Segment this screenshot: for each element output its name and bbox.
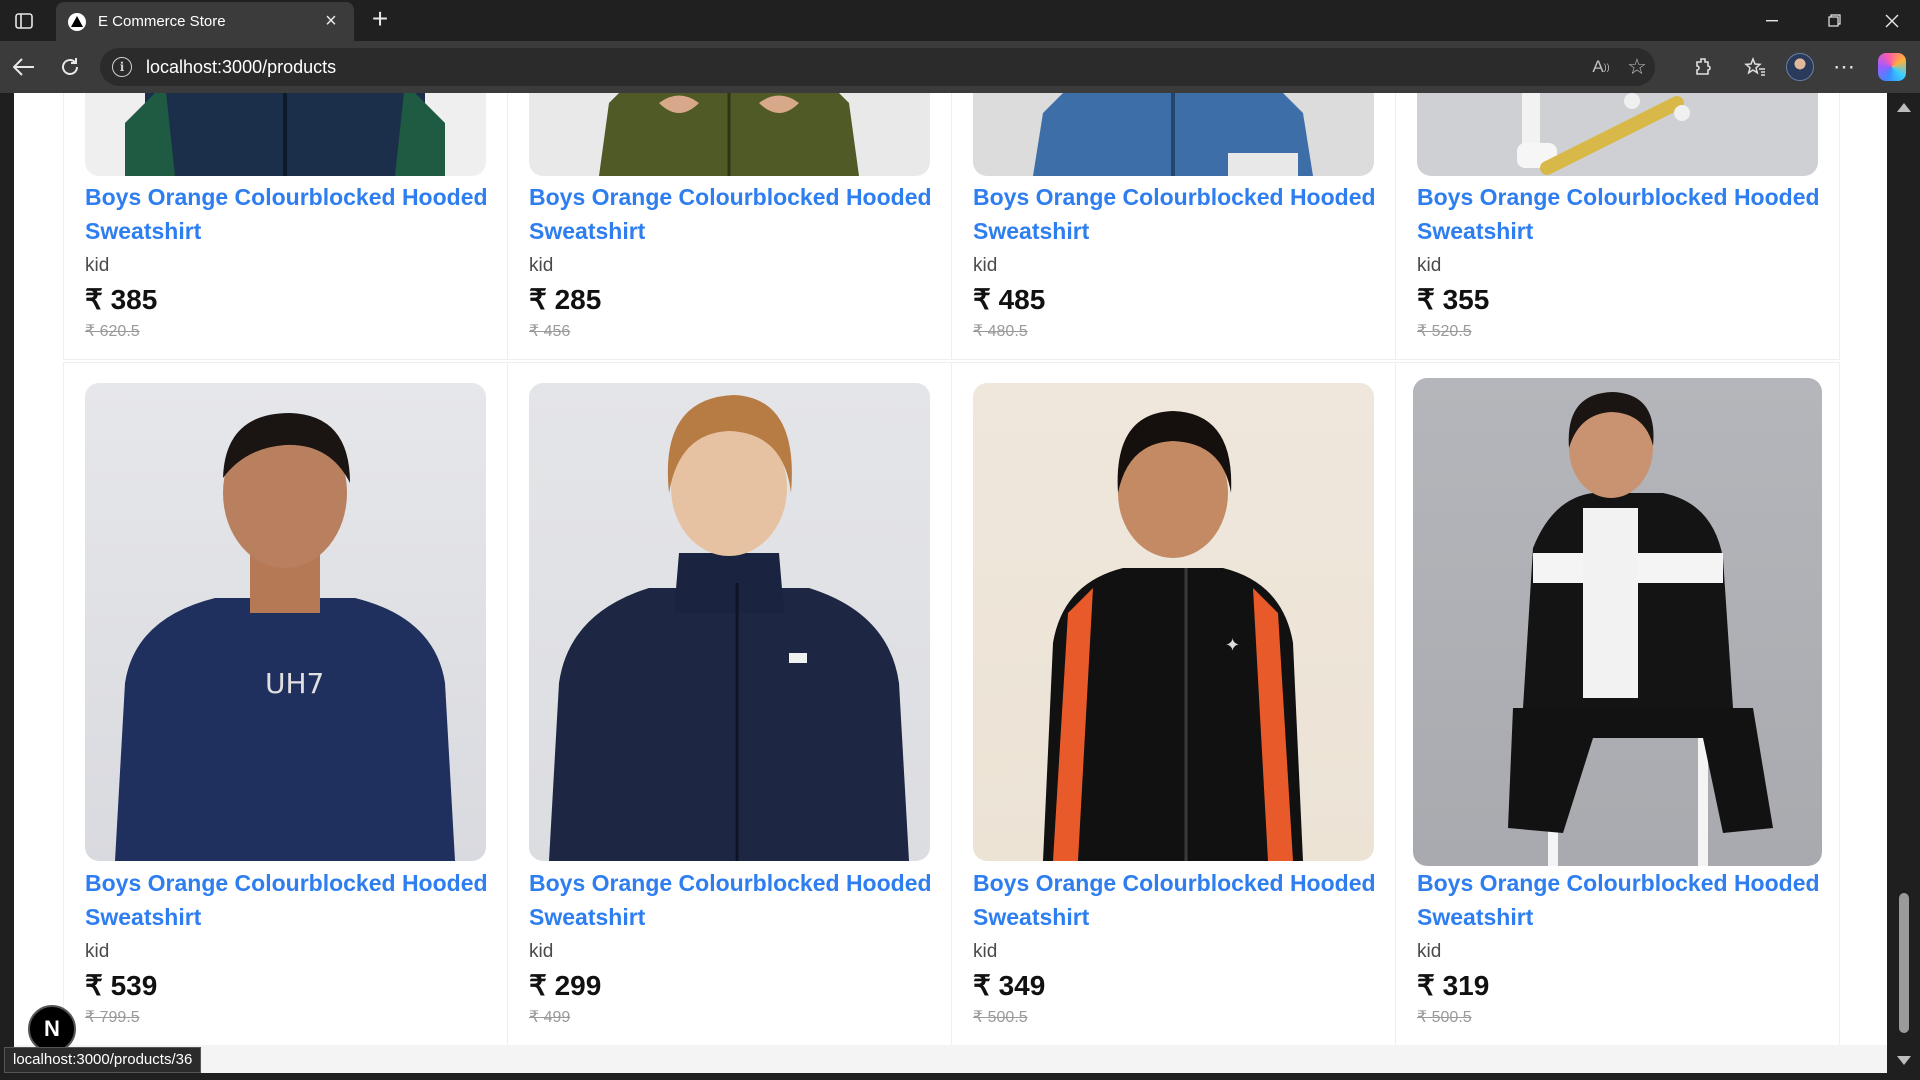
read-aloud-icon[interactable]: A))	[1583, 49, 1619, 85]
product-price: ₹ 355	[1417, 284, 1490, 315]
product-category: kid	[973, 255, 998, 276]
product-title[interactable]: Boys Orange Colourblocked Hooded Sweatsh…	[529, 180, 951, 248]
product-title[interactable]: Boys Orange Colourblocked Hooded Sweatsh…	[973, 866, 1395, 934]
product-original-price: ₹ 620.5	[85, 323, 140, 340]
nextjs-favicon-icon	[68, 12, 86, 31]
product-title[interactable]: Boys Orange Colourblocked Hooded Sweatsh…	[85, 180, 507, 248]
product-price: ₹ 285	[529, 284, 602, 315]
product-original-price: ₹ 456	[529, 323, 571, 340]
product-card[interactable]: Boys Orange Colourblocked Hooded Sweatsh…	[1396, 93, 1839, 359]
product-original-price: ₹ 480.5	[973, 323, 1028, 340]
product-category: kid	[973, 941, 998, 962]
extensions-icon[interactable]	[1686, 49, 1722, 85]
active-tab[interactable]: E Commerce Store ×	[56, 2, 354, 41]
product-title[interactable]: Boys Orange Colourblocked Hooded Sweatsh…	[529, 866, 951, 934]
product-category: kid	[1417, 255, 1442, 276]
product-grid-row: UH7 Boys Orange Colourblocked Hooded Swe…	[64, 363, 1839, 1045]
restore-button[interactable]	[1806, 0, 1862, 41]
tab-title: E Commerce Store	[98, 13, 226, 30]
page-bottom-area	[14, 1045, 1887, 1073]
product-image[interactable]	[1417, 93, 1818, 176]
product-image[interactable]	[973, 93, 1374, 176]
products-page: Boys Orange Colourblocked Hooded Sweatsh…	[14, 93, 1887, 1045]
nextjs-dev-badge[interactable]: N	[28, 1005, 76, 1053]
refresh-icon[interactable]	[52, 49, 88, 85]
svg-text:✦: ✦	[1225, 635, 1240, 656]
product-price: ₹ 539	[85, 970, 158, 1001]
product-image[interactable]	[529, 93, 930, 176]
scroll-up-arrow-icon[interactable]	[1897, 103, 1911, 112]
scroll-down-arrow-icon[interactable]	[1897, 1056, 1911, 1065]
browser-toolbar: i localhost:3000/products A)) ☆ ⋯	[0, 41, 1920, 93]
product-image[interactable]: UH7	[85, 383, 486, 861]
product-price: ₹ 385	[85, 284, 158, 315]
product-price: ₹ 349	[973, 970, 1046, 1001]
product-card[interactable]: ✦ Boys Orange Colourblocked Hooded Sweat…	[952, 363, 1395, 1045]
url-text[interactable]: localhost:3000/products	[146, 57, 1583, 78]
product-original-price: ₹ 799.5	[85, 1009, 140, 1026]
product-category: kid	[529, 941, 554, 962]
close-window-button[interactable]	[1864, 0, 1920, 41]
back-arrow-icon[interactable]	[6, 49, 42, 85]
svg-text:UH7: UH7	[265, 667, 324, 700]
product-original-price: ₹ 500.5	[1417, 1009, 1472, 1026]
product-card[interactable]: Boys Orange Colourblocked Hooded Sweatsh…	[508, 363, 951, 1045]
product-title[interactable]: Boys Orange Colourblocked Hooded Sweatsh…	[973, 180, 1395, 248]
product-card[interactable]: UH7 Boys Orange Colourblocked Hooded Swe…	[64, 363, 507, 1045]
profile-avatar[interactable]	[1782, 49, 1818, 85]
favorite-star-icon[interactable]: ☆	[1619, 49, 1655, 85]
site-info-icon[interactable]: i	[112, 57, 132, 77]
product-card[interactable]: Boys Orange Colourblocked Hooded Sweatsh…	[508, 93, 951, 359]
product-card[interactable]: Boys Orange Colourblocked Hooded Sweatsh…	[952, 93, 1395, 359]
tab-close-icon[interactable]: ×	[320, 10, 342, 33]
new-tab-button[interactable]: +	[364, 4, 396, 36]
product-price: ₹ 299	[529, 970, 602, 1001]
product-title[interactable]: Boys Orange Colourblocked Hooded Sweatsh…	[1417, 180, 1839, 248]
product-category: kid	[85, 941, 110, 962]
product-category: kid	[85, 255, 110, 276]
address-bar[interactable]: i localhost:3000/products A)) ☆	[100, 48, 1655, 86]
product-image[interactable]	[1413, 378, 1822, 866]
product-title[interactable]: Boys Orange Colourblocked Hooded Sweatsh…	[85, 866, 507, 934]
product-image[interactable]	[85, 93, 486, 176]
product-grid-top-row: Boys Orange Colourblocked Hooded Sweatsh…	[64, 93, 1839, 359]
product-original-price: ₹ 520.5	[1417, 323, 1472, 340]
copilot-icon[interactable]	[1874, 49, 1910, 85]
product-card[interactable]: Boys Orange Colourblocked Hooded Sweatsh…	[1396, 363, 1839, 1045]
product-card[interactable]: Boys Orange Colourblocked Hooded Sweatsh…	[64, 93, 507, 359]
product-original-price: ₹ 499	[529, 1009, 571, 1026]
product-title[interactable]: Boys Orange Colourblocked Hooded Sweatsh…	[1417, 866, 1839, 934]
sidebar-toggle-icon[interactable]	[8, 8, 40, 34]
minimize-button[interactable]	[1744, 0, 1800, 41]
favorites-list-icon[interactable]	[1737, 49, 1773, 85]
product-image[interactable]: ✦	[973, 383, 1374, 861]
page-viewport: Boys Orange Colourblocked Hooded Sweatsh…	[0, 93, 1920, 1080]
product-original-price: ₹ 500.5	[973, 1009, 1028, 1026]
product-category: kid	[1417, 941, 1442, 962]
product-price: ₹ 485	[973, 284, 1046, 315]
status-bar-url: localhost:3000/products/36	[4, 1047, 202, 1073]
product-image[interactable]	[529, 383, 930, 861]
more-options-icon[interactable]: ⋯	[1826, 49, 1862, 85]
tab-bar: E Commerce Store × +	[0, 0, 1920, 41]
product-category: kid	[529, 255, 554, 276]
vertical-scrollbar[interactable]	[1888, 93, 1920, 1080]
product-price: ₹ 319	[1417, 970, 1490, 1001]
scrollbar-thumb[interactable]	[1899, 893, 1909, 1033]
